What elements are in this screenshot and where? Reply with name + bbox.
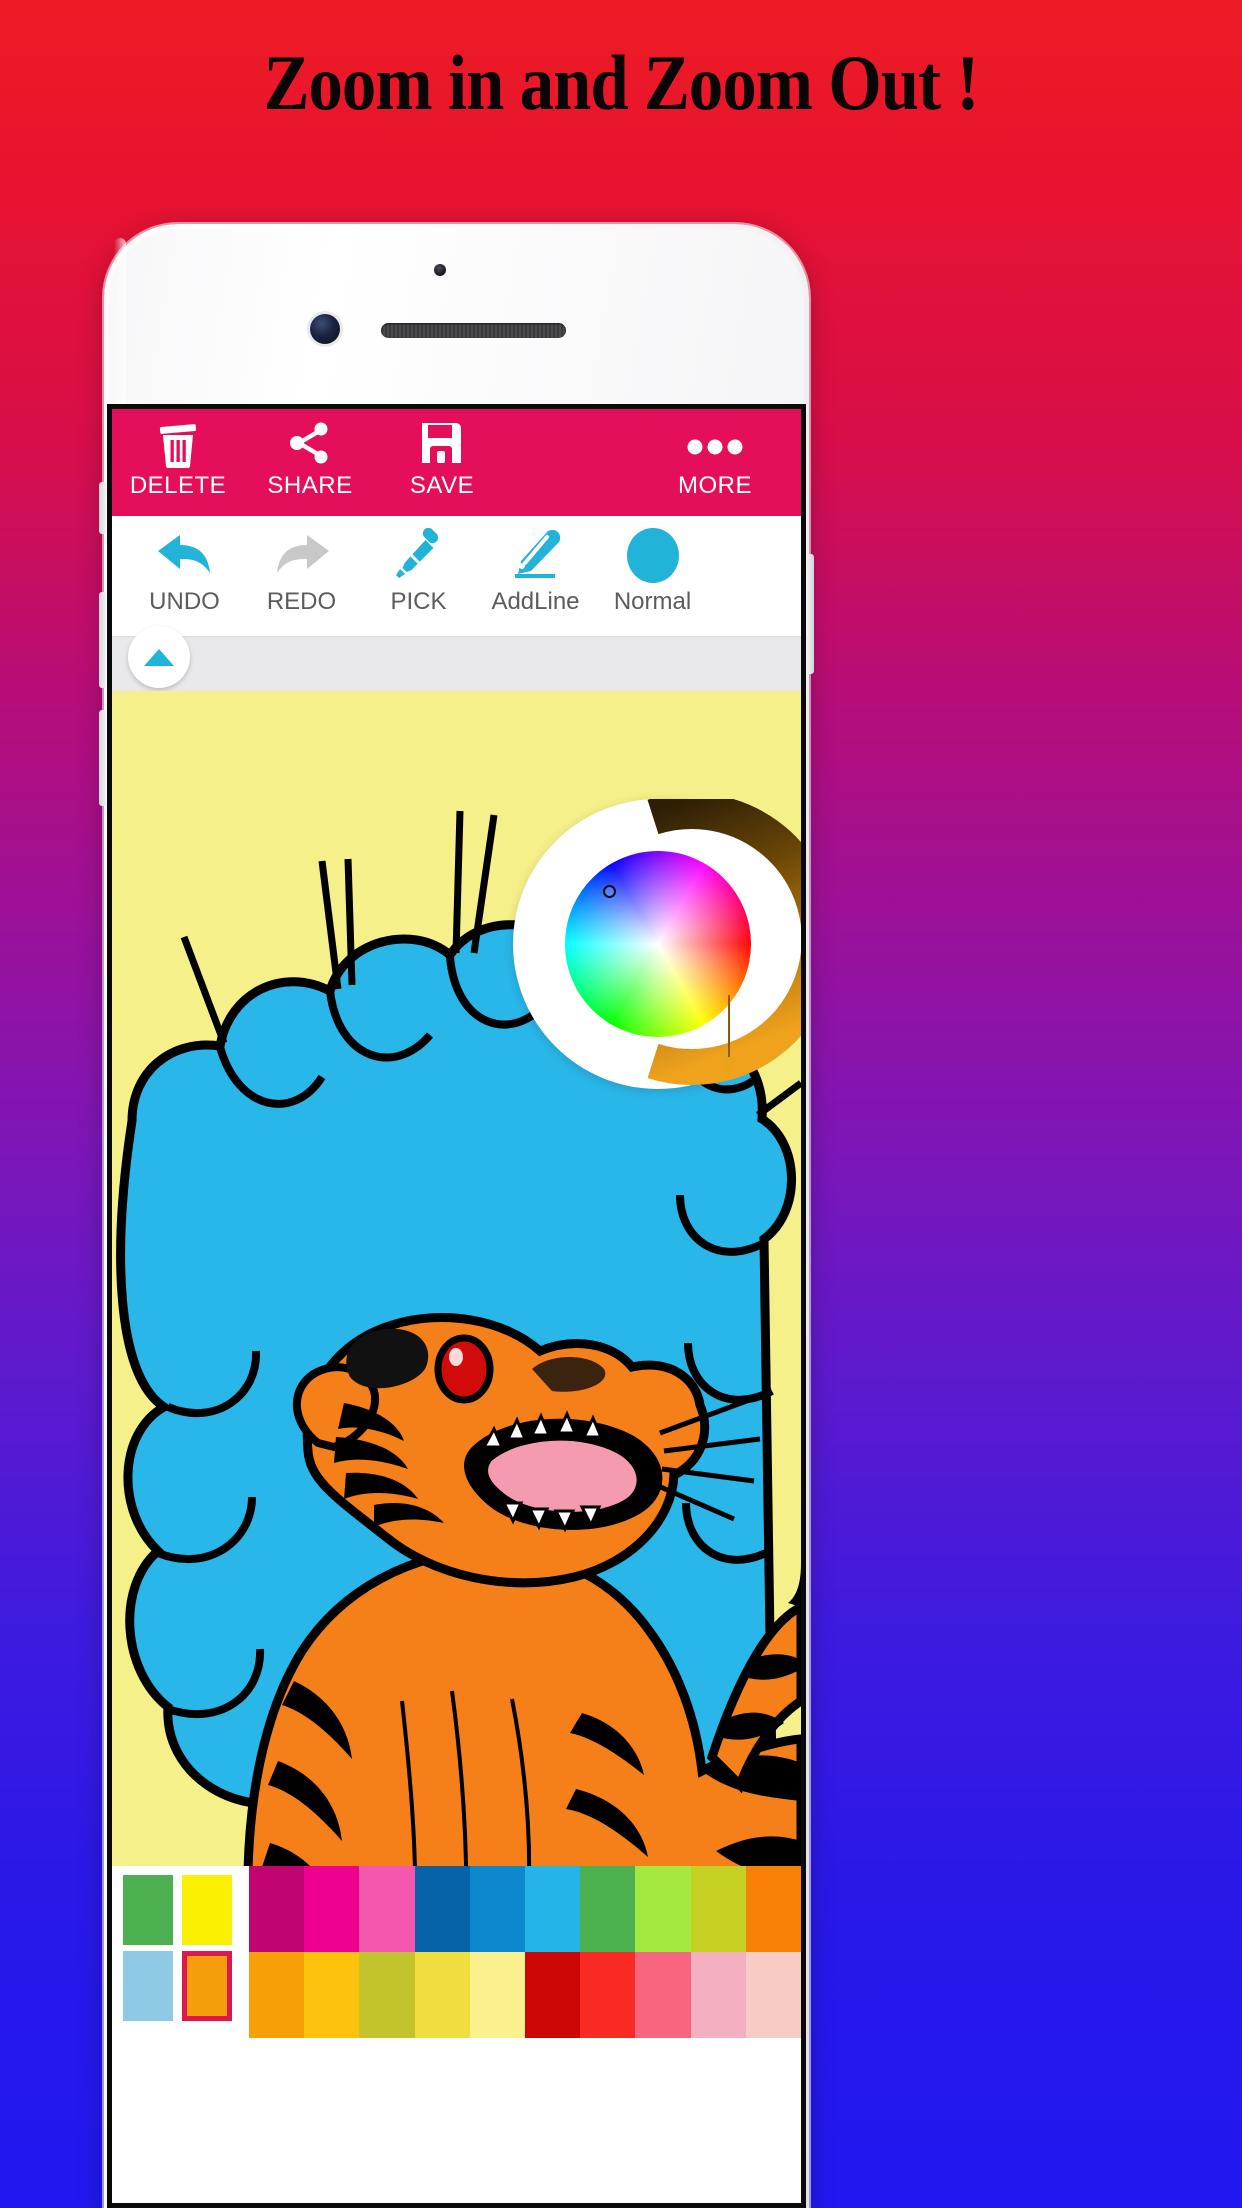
palette-color-swatch[interactable] — [745, 1952, 801, 2038]
palette-color-swatch[interactable] — [414, 1866, 470, 1952]
palette-color-swatch[interactable] — [580, 1952, 636, 2038]
brush-mode-button[interactable]: Normal — [594, 516, 711, 616]
more-button[interactable]: MORE — [649, 409, 781, 500]
trash-icon — [155, 418, 201, 468]
pick-button[interactable]: PICK — [360, 516, 477, 616]
palette-color-swatch[interactable] — [690, 1866, 746, 1952]
volume-down-button[interactable] — [99, 710, 106, 806]
palette-row-2 — [249, 1952, 801, 2038]
save-button-label: SAVE — [409, 472, 475, 499]
palette-color-swatch[interactable] — [469, 1952, 526, 2038]
color-wheel-popup[interactable] — [513, 799, 801, 1139]
brightness-handle-stem — [728, 995, 730, 1059]
color-palette — [112, 1866, 801, 2038]
color-cursor[interactable] — [603, 885, 616, 898]
palette-color-swatch[interactable] — [414, 1952, 470, 2038]
recent-colors — [112, 1866, 249, 2038]
recent-color-swatch[interactable] — [123, 1951, 173, 2021]
tool-bar: UNDO REDO PICK AddLine Normal — [112, 516, 801, 636]
recent-color-swatch[interactable] — [182, 1951, 232, 2021]
redo-button-label: REDO — [266, 588, 337, 615]
addline-button[interactable]: AddLine — [477, 516, 594, 616]
pencil-icon — [507, 524, 565, 586]
palette-color-swatch[interactable] — [635, 1952, 691, 2038]
share-icon — [285, 418, 335, 468]
pick-button-label: PICK — [390, 588, 447, 615]
brightness-handle[interactable] — [720, 1057, 738, 1075]
palette-color-swatch[interactable] — [249, 1952, 305, 2038]
palette-color-swatch[interactable] — [249, 1866, 305, 1952]
palette-row-1 — [249, 1866, 801, 1952]
silent-switch[interactable] — [99, 482, 106, 534]
delete-button-label: DELETE — [129, 472, 227, 499]
palette-color-swatch[interactable] — [469, 1866, 526, 1952]
page-title: Zoom in and Zoom Out ! — [263, 39, 980, 126]
palette-grid — [249, 1866, 801, 2038]
palette-color-swatch[interactable] — [304, 1952, 360, 2038]
power-button[interactable] — [807, 554, 814, 674]
drawing-canvas[interactable] — [112, 691, 801, 2038]
palette-color-swatch[interactable] — [359, 1866, 415, 1952]
action-bar: DELETE SHARE SAVE MORE — [112, 409, 801, 516]
share-button[interactable]: SHARE — [244, 409, 376, 500]
redo-arrow-icon — [271, 524, 333, 586]
front-camera-icon — [310, 314, 340, 344]
hsv-color-disc[interactable] — [565, 851, 751, 1037]
palette-color-swatch[interactable] — [525, 1952, 581, 2038]
palette-color-swatch[interactable] — [359, 1952, 415, 2038]
recent-color-swatch[interactable] — [182, 1875, 232, 1945]
chevron-up-icon — [144, 648, 174, 666]
filled-circle-icon — [626, 524, 679, 586]
recent-color-swatch[interactable] — [123, 1875, 173, 1945]
brush-mode-label: Normal — [613, 588, 692, 615]
undo-button[interactable]: UNDO — [126, 516, 243, 616]
palette-color-swatch[interactable] — [580, 1866, 636, 1952]
palette-color-swatch[interactable] — [690, 1952, 746, 2038]
palette-color-swatch[interactable] — [745, 1866, 801, 1952]
undo-arrow-icon — [154, 524, 216, 586]
palette-color-swatch[interactable] — [635, 1866, 691, 1952]
eyedropper-icon — [391, 524, 447, 586]
undo-button-label: UNDO — [149, 588, 220, 615]
panel-strip — [112, 626, 801, 691]
redo-button[interactable]: REDO — [243, 516, 360, 616]
addline-button-label: AddLine — [491, 588, 580, 615]
palette-color-swatch[interactable] — [525, 1866, 581, 1952]
earpiece-speaker — [381, 323, 566, 338]
phone-mockup: DELETE SHARE SAVE MORE UNDO REDO PICK Ad… — [99, 224, 814, 2208]
phone-screen: DELETE SHARE SAVE MORE UNDO REDO PICK Ad… — [107, 404, 806, 2208]
more-button-label: MORE — [678, 472, 752, 499]
save-button[interactable]: SAVE — [376, 409, 508, 500]
collapse-panel-button[interactable] — [128, 626, 190, 688]
delete-button[interactable]: DELETE — [112, 409, 244, 500]
proximity-sensor-icon — [434, 264, 446, 276]
ellipsis-icon — [683, 418, 747, 468]
palette-color-swatch[interactable] — [304, 1866, 360, 1952]
volume-up-button[interactable] — [99, 592, 106, 688]
floppy-disk-icon — [418, 418, 466, 468]
share-button-label: SHARE — [267, 472, 353, 499]
